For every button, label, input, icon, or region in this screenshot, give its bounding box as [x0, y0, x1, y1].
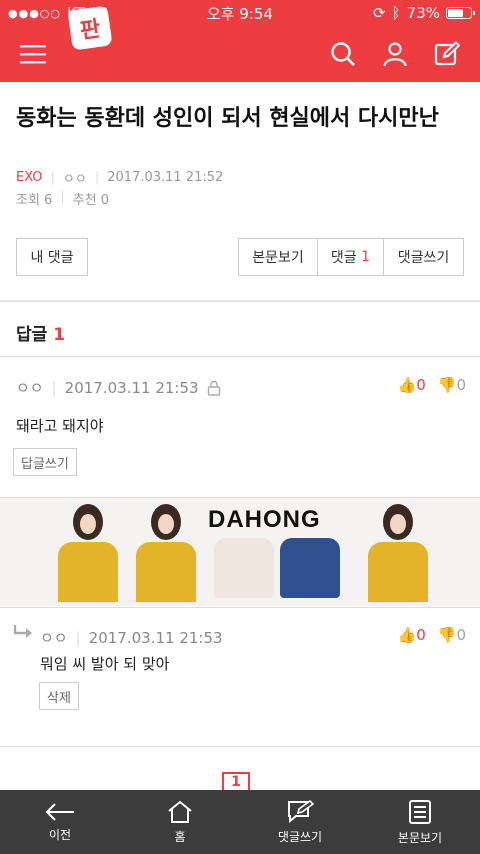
clock: 오후 9:54 [206, 4, 273, 23]
nav-label: 홈 [174, 829, 186, 844]
divider: | [60, 189, 65, 204]
app-logo[interactable]: 판 [67, 5, 113, 51]
nav-write-comment[interactable]: 댓글쓰기 [240, 790, 360, 854]
user-icon[interactable] [380, 39, 410, 69]
document-icon [409, 799, 431, 824]
home-icon [168, 800, 192, 823]
comment-write-icon [288, 799, 314, 823]
dislike-button[interactable]: 👎0 [438, 376, 466, 394]
write-comment-button[interactable]: 댓글쓰기 [384, 238, 464, 276]
comment-meta: ㅇㅇ | 2017.03.11 21:53 [16, 377, 221, 398]
thumbs-up-icon: 👍 [397, 626, 417, 644]
like-count: 0 [416, 626, 426, 644]
write-post-icon[interactable] [432, 39, 462, 69]
nav-label: 댓글쓰기 [277, 829, 323, 844]
post-meta: EXO | ㅇㅇ | 2017.03.11 21:52 [16, 168, 223, 187]
nav-view-body[interactable]: 본문보기 [360, 790, 480, 854]
comment-date: 2017.03.11 21:53 [88, 628, 223, 647]
post-stats: 조회 6 | 추천 0 [16, 189, 109, 208]
divider [0, 607, 480, 608]
delete-button[interactable]: 삭제 [39, 682, 79, 710]
post-category[interactable]: EXO [16, 170, 43, 185]
post-date: 2017.03.11 21:52 [107, 170, 224, 185]
post-tabs: 본문보기 댓글 1 댓글쓰기 [238, 238, 464, 276]
comment-text: 돼라고 돼지야 [16, 417, 104, 435]
like-count: 0 [416, 376, 426, 394]
divider [0, 356, 480, 357]
recommend-count: 추천 0 [72, 193, 110, 208]
banner-model-image [136, 504, 196, 606]
comment-votes: 👍0 👎0 [398, 376, 466, 394]
replies-heading: 답글 1 [16, 320, 65, 345]
signal-icon: ●●●○○ [8, 6, 61, 20]
reply-write-button[interactable]: 답글쓰기 [13, 448, 77, 476]
thumbs-down-icon: 👎 [437, 376, 457, 394]
banner-model-image [58, 504, 118, 606]
comments-button[interactable]: 댓글 1 [318, 238, 384, 276]
comment-date: 2017.03.11 21:53 [64, 378, 199, 397]
lock-icon [207, 380, 220, 396]
comments-label: 댓글 [330, 250, 357, 266]
divider [0, 746, 480, 747]
divider: | [75, 628, 81, 647]
nav-home[interactable]: 홈 [120, 790, 240, 854]
banner-model-image [368, 504, 428, 606]
my-comments-button[interactable]: 내 댓글 [16, 238, 88, 276]
comments-count: 1 [361, 249, 371, 265]
reply-arrow-icon [12, 624, 34, 646]
divider [0, 300, 480, 302]
post-author: ㅇㅇ [62, 172, 87, 187]
bluetooth-icon: ᛒ [391, 4, 401, 22]
like-button[interactable]: 👍0 [398, 376, 426, 394]
replies-count: 1 [53, 325, 66, 345]
divider: | [94, 170, 100, 185]
comment-author: ㅇㅇ [16, 379, 44, 397]
nav-label: 본문보기 [397, 830, 443, 845]
dislike-button[interactable]: 👎0 [438, 626, 466, 644]
nav-label: 이전 [48, 827, 72, 842]
battery-level [448, 9, 463, 17]
bottom-nav: 이전 홈 댓글쓰기 본문보기 [0, 790, 480, 854]
back-arrow-icon [45, 802, 74, 821]
comment-text: 뭐임 씨 발아 되 맞아 [40, 655, 170, 673]
banner-brand: DAHONG [208, 506, 321, 533]
divider: | [51, 378, 57, 397]
replies-label: 답글 [16, 325, 48, 345]
like-button[interactable]: 👍0 [398, 626, 426, 644]
divider: | [50, 170, 55, 185]
comment-meta: ㅇㅇ | 2017.03.11 21:53 [40, 627, 223, 648]
view-count: 조회 6 [16, 193, 53, 208]
nav-back[interactable]: 이전 [0, 790, 120, 854]
pagination-current[interactable]: 1 [222, 772, 250, 792]
ad-banner[interactable]: DAHONG [0, 498, 480, 606]
rotation-lock-icon: ⟳ [373, 4, 386, 22]
comment-author: ㅇㅇ [40, 629, 68, 647]
post-title: 동화는 동환데 성인이 되서 현실에서 다시만난 [16, 106, 439, 131]
battery-icon [446, 7, 475, 19]
thumbs-up-icon: 👍 [397, 376, 417, 394]
battery-percent: 73% [406, 4, 440, 22]
banner-garment-image [280, 538, 340, 598]
comment-votes: 👍0 👎0 [398, 626, 466, 644]
thumbs-down-icon: 👎 [437, 626, 457, 644]
menu-icon[interactable] [18, 39, 48, 69]
banner-garment-image [214, 538, 274, 598]
dislike-count: 0 [456, 376, 466, 394]
view-body-button[interactable]: 본문보기 [238, 238, 318, 276]
search-icon[interactable] [328, 39, 358, 69]
dislike-count: 0 [456, 626, 466, 644]
